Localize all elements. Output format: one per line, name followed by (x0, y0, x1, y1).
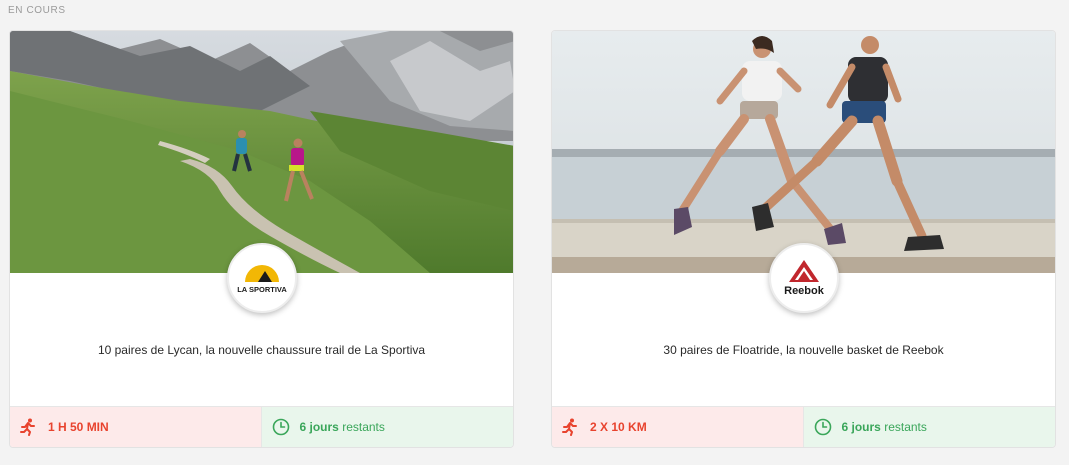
effort-value: 1 H 50 MIN (48, 420, 109, 434)
time-remaining-cell: 6 jours restants (261, 407, 513, 447)
clock-icon (272, 418, 289, 436)
reebok-logo: Reebok (768, 243, 839, 313)
card-title: 30 paires de Floatride, la nouvelle bask… (663, 343, 944, 357)
svg-text:LA SPORTIVA: LA SPORTIVA (237, 285, 287, 294)
card-image-runners-waterfront (552, 31, 1055, 273)
challenge-card-la-sportiva[interactable]: LA SPORTIVA 10 paires de Lycan, la nouve… (9, 30, 514, 448)
runner-icon (20, 418, 35, 436)
effort-cell: 2 X 10 KM (552, 407, 804, 447)
challenge-card-reebok[interactable]: Reebok 30 paires de Floatride, la nouvel… (551, 30, 1056, 448)
runner-icon (562, 418, 577, 436)
time-remaining: 6 jours restants (299, 420, 385, 434)
card-title: 10 paires de Lycan, la nouvelle chaussur… (97, 343, 426, 357)
effort-cell: 1 H 50 MIN (10, 407, 262, 447)
card-footer: 2 X 10 KM 6 jours restants (552, 406, 1055, 447)
card-image-trail-runners (10, 31, 513, 273)
effort-value: 2 X 10 KM (590, 420, 647, 434)
time-remaining: 6 jours restants (841, 420, 927, 434)
section-label: EN COURS (8, 5, 66, 16)
card-footer: 1 H 50 MIN 6 jours restants (10, 406, 513, 447)
time-remaining-cell: 6 jours restants (803, 407, 1055, 447)
svg-text:Reebok: Reebok (784, 285, 825, 297)
clock-icon (814, 418, 831, 436)
la-sportiva-logo: LA SPORTIVA (226, 243, 297, 313)
